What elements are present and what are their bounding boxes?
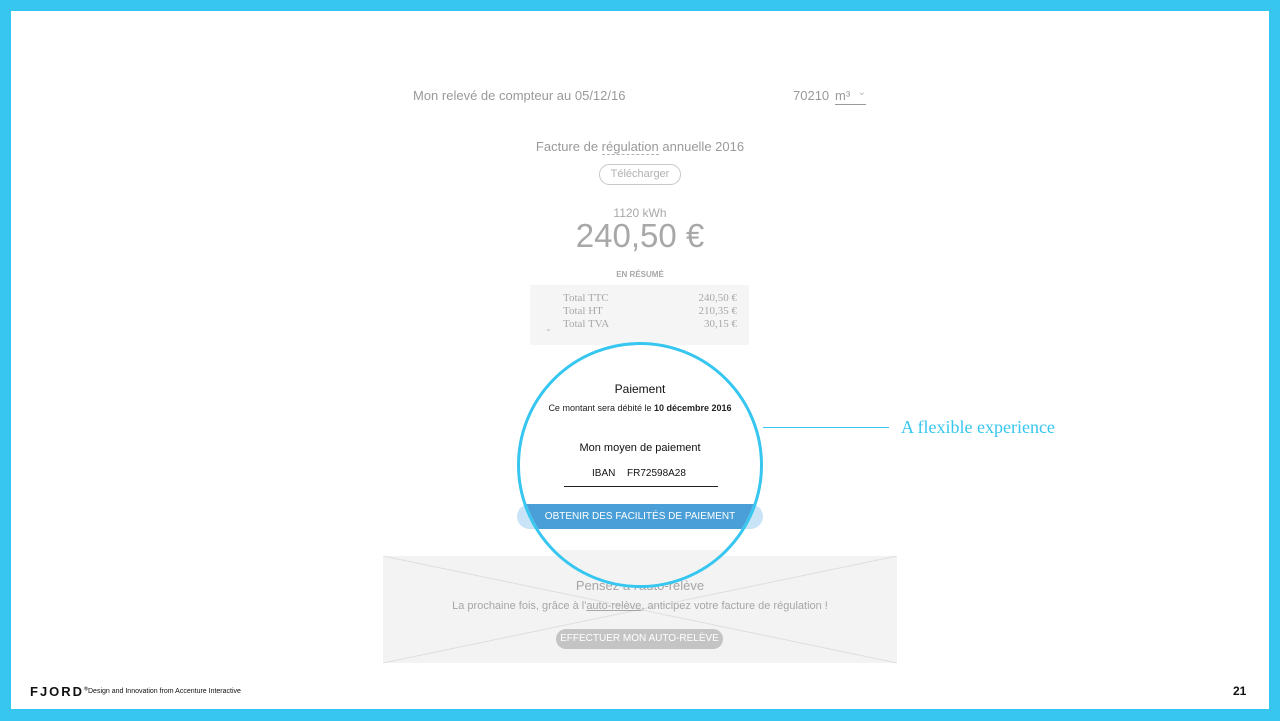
payment-method-label: Mon moyen de paiement [579, 442, 701, 454]
banner-text-prefix: La prochaine fois, grâce à l' [452, 600, 587, 612]
download-button[interactable]: Télécharger [599, 164, 681, 185]
meter-reading-value: 70210 [793, 88, 830, 103]
chevron-down-icon[interactable]: ⌄ [545, 324, 552, 333]
banner-text-suffix: , anticipez votre facture de régulation … [641, 600, 828, 612]
summary-row-label: Total TVA [563, 318, 610, 330]
circle-bottom-area [520, 550, 760, 585]
summary-table: Total TTC 240,50 € Total HT 210,35 € Tot… [530, 285, 749, 345]
tagline: Design and Innovation from Accenture Int… [88, 688, 241, 695]
meter-reading-label: Mon relevé de compteur au 05/12/16 [413, 88, 626, 103]
fjord-logo: FJORD® [30, 684, 88, 699]
logo-text: FJORD [30, 684, 85, 699]
payment-date: 10 décembre 2016 [654, 403, 732, 413]
summary-row: Total HT 210,35 € [563, 305, 737, 317]
summary-row: Total TTC 240,50 € [563, 292, 737, 304]
auto-reading-button[interactable]: EFFECTUER MON AUTO-RELÈVE [556, 629, 723, 649]
iban-field[interactable]: IBAN FR72598A28 [564, 468, 718, 487]
summary-row-value: 30,15 € [704, 318, 737, 330]
page-number: 21 [1233, 684, 1247, 698]
chevron-down-icon: ⌄ [857, 87, 866, 98]
callout-line [763, 427, 889, 428]
summary-row-label: Total TTC [563, 292, 609, 304]
invoice-title-prefix: Facture de [535, 139, 602, 154]
payment-title: Paiement [614, 382, 666, 396]
magnifier-circle: Paiement Ce montant sera débité le 10 dé… [517, 342, 763, 588]
slide: Mon relevé de compteur au 05/12/16 70210… [11, 11, 1269, 709]
callout-text: A flexible experience [901, 417, 1055, 437]
iban-value: FR72598A28 [627, 468, 686, 479]
auto-reading-link[interactable]: auto-relève [586, 600, 641, 612]
invoice-amount: 240,50 € [575, 217, 705, 254]
regulation-link[interactable]: régulation [601, 139, 659, 155]
summary-row-label: Total HT [563, 305, 603, 317]
payment-subtitle: Ce montant sera débité le 10 décembre 20… [520, 403, 760, 413]
payment-facilities-button[interactable]: OBTENIR DES FACILITÉS DE PAIEMENT [520, 504, 760, 529]
invoice-title: Facture de régulation annuelle 2016 [11, 139, 1269, 155]
payment-subtitle-prefix: Ce montant sera débité le [548, 403, 654, 413]
banner-text: La prochaine fois, grâce à l'auto-relève… [383, 600, 897, 612]
unit-label: m³ [835, 88, 851, 103]
summary-heading: EN RÉSUMÉ [616, 270, 664, 279]
invoice-title-suffix: annuelle 2016 [658, 139, 745, 154]
summary-row-value: 210,35 € [698, 305, 738, 317]
iban-label: IBAN [592, 468, 616, 479]
summary-row-value: 240,50 € [698, 292, 738, 304]
summary-row: Total TVA 30,15 € [563, 318, 737, 330]
unit-dropdown[interactable]: m³ ⌄ [835, 87, 866, 105]
